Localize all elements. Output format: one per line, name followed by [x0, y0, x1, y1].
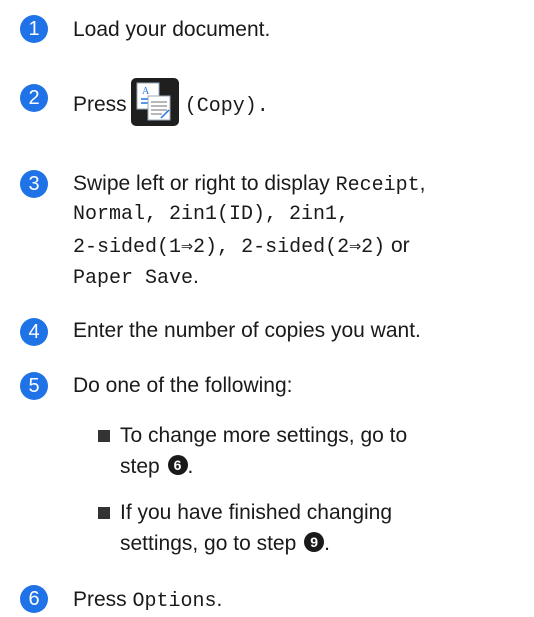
step-3-line-2: Normal, 2in1(ID), 2in1, [73, 203, 350, 226]
step-1-text: Load your document. [73, 18, 271, 41]
step-6-period: . [216, 588, 223, 611]
step-3-line-4: Paper Save. [73, 261, 523, 294]
options-label: Options [132, 590, 217, 613]
step-2-copy-label: (Copy). [184, 95, 269, 118]
bullet-item-2: If you have finished changing settings, … [98, 497, 528, 559]
copy-icon: A [130, 78, 179, 127]
step-4-text: Enter the number of copies you want. [73, 319, 421, 342]
step-number-5: 5 [20, 372, 48, 400]
bullet-1-period: . [187, 455, 194, 478]
bullet-2-period: . [324, 532, 330, 555]
bullet-2-line-2: settings, go to step 9. [120, 528, 330, 559]
step-3-line-3: 2-sided(1⇒2), 2-sided(2⇒2) or [73, 230, 523, 263]
step-3-text-a: Swipe left or right to display [73, 172, 336, 195]
step-number-6: 6 [20, 585, 48, 613]
bullet-1-line-1: To change more settings, go to [120, 424, 408, 447]
bullet-1-step-label: step [120, 455, 160, 478]
step-number-4: 4 [20, 318, 48, 346]
step-number-3: 3 [20, 170, 48, 198]
step-3-line-1: Swipe left or right to display Receipt, [73, 168, 523, 201]
step-3-period: . [193, 265, 199, 288]
bullet-1-line-2: step 6. [120, 451, 193, 482]
step-number-2: 2 [20, 84, 48, 112]
bullet-2-line-1: If you have finished changing [120, 501, 393, 524]
svg-text:A: A [142, 86, 150, 97]
step-5-text: Do one of the following: [73, 374, 293, 397]
mode-paper-save: Paper Save [73, 267, 194, 290]
step-6-press-label: Press [73, 588, 133, 611]
bullet-square [98, 430, 110, 442]
mode-2-sided: 2-sided(1⇒2), 2-sided(2⇒2) [73, 236, 386, 259]
step-2-text: Press A (Copy). [73, 78, 523, 131]
bullet-square [98, 507, 110, 519]
document-page: 1 Load your document. 2 Press A (Copy). … [0, 0, 534, 617]
mode-receipt: Receipt [335, 174, 420, 197]
bullet-2-step-label: settings, go to step [120, 532, 297, 555]
step-6-text: Press Options. [73, 584, 523, 617]
step-number-1: 1 [20, 15, 48, 43]
step-3-comma: , [419, 172, 426, 195]
step-3-or: or [385, 234, 410, 257]
step-ref-9: 9 [304, 532, 325, 553]
bullet-item-1: To change more settings, go to step 6. [98, 420, 528, 482]
step-2-press-label: Press [73, 93, 127, 116]
step-ref-6: 6 [167, 455, 188, 476]
